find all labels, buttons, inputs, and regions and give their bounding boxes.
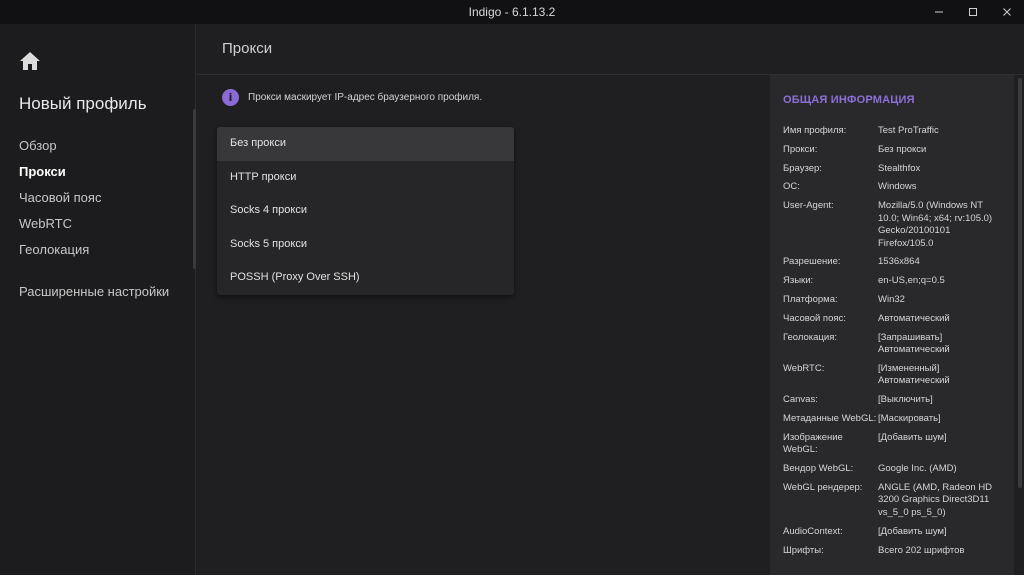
info-key: Изображение WebGL: xyxy=(783,431,843,456)
maximize-icon xyxy=(969,8,977,16)
info-value: [Добавить шум] xyxy=(878,431,947,443)
proxy-type-dropdown[interactable]: Без прокси HTTP прокси Socks 4 прокси So… xyxy=(217,127,514,295)
info-key: Имя профиля: xyxy=(783,125,847,136)
info-value: 1536x864 xyxy=(878,256,920,268)
info-row: Метаданные WebGL: [Маскировать] xyxy=(783,413,1011,426)
info-key: User-Agent: xyxy=(783,200,834,212)
info-key: WebGL рендерер: xyxy=(783,481,863,493)
page-title: Прокси xyxy=(222,40,273,57)
info-value: Всего 202 шрифтов xyxy=(878,544,965,556)
info-row: Имя профиля: Test ProTraffic xyxy=(783,125,1011,138)
info-row: WebRTC: [Измененный] Автоматический xyxy=(783,363,1011,388)
sidebar-item-advanced-settings[interactable]: Расширенные настройки xyxy=(19,283,169,309)
close-button[interactable] xyxy=(990,0,1024,24)
info-key: AudioContext: xyxy=(783,525,843,537)
info-row: Вендор WebGL: Google Inc. (AMD) xyxy=(783,463,1011,476)
info-row: AudioContext: [Добавить шум] xyxy=(783,526,1011,539)
info-value: [Измененный] Автоматический xyxy=(878,362,950,387)
info-value: Test ProTraffic xyxy=(878,125,939,136)
minimize-icon xyxy=(935,11,943,13)
info-row: Платформа: Win32 xyxy=(783,294,1011,307)
info-value: Windows xyxy=(878,181,917,193)
info-value: en-US,en;q=0.5 xyxy=(878,275,945,287)
profile-name: Новый профиль xyxy=(19,94,147,113)
info-key: ОС: xyxy=(783,181,800,193)
home-button[interactable] xyxy=(19,51,41,71)
info-value: Mozilla/5.0 (Windows NT 10.0; Win64; x64… xyxy=(878,200,993,249)
info-icon: i xyxy=(222,89,239,106)
proxy-option-http[interactable]: HTTP прокси xyxy=(217,161,514,195)
title-bar: Indigo - 6.1.13.2 xyxy=(0,0,1024,24)
proxy-option-none[interactable]: Без прокси xyxy=(217,127,514,161)
proxy-option-socks5[interactable]: Socks 5 прокси xyxy=(217,228,514,262)
info-key: Вендор WebGL: xyxy=(783,463,854,475)
window-controls xyxy=(922,0,1024,24)
info-row: Браузер: Stealthfox xyxy=(783,163,1011,176)
sidebar-item-webrtc[interactable]: WebRTC xyxy=(19,215,169,241)
sidebar-item-timezone[interactable]: Часовой пояс xyxy=(19,189,169,215)
info-value: [Запрашивать] Автоматический xyxy=(878,331,950,356)
info-row: Часовой пояс: Автоматический xyxy=(783,313,1011,326)
info-key: Прокси: xyxy=(783,143,818,155)
maximize-button[interactable] xyxy=(956,0,990,24)
info-key: Разрешение: xyxy=(783,256,841,268)
info-key: Canvas: xyxy=(783,394,818,406)
info-key: Геолокация: xyxy=(783,331,837,343)
info-key: Языки: xyxy=(783,275,814,287)
sidebar-scrollbar[interactable] xyxy=(193,109,196,269)
info-value: [Маскировать] xyxy=(878,413,941,425)
info-key: Шрифты: xyxy=(783,544,824,556)
sidebar: Новый профиль Обзор Прокси Часовой пояс … xyxy=(0,24,196,575)
info-row: Canvas: [Выключить] xyxy=(783,394,1011,407)
info-key: Метаданные WebGL: xyxy=(783,413,877,425)
info-value: [Выключить] xyxy=(878,394,933,406)
proxy-option-possh[interactable]: POSSH (Proxy Over SSH) xyxy=(217,261,514,295)
info-rows: Имя профиля: Test ProTraffic Прокси: Без п… xyxy=(783,125,1011,563)
page-header: Прокси xyxy=(197,24,1024,75)
info-value: ANGLE (AMD, Radeon HD 3200 Graphics Dire… xyxy=(878,481,993,518)
info-key: Платформа: xyxy=(783,294,838,306)
info-row: User-Agent: Mozilla/5.0 (Windows NT 10.0;… xyxy=(783,200,1011,250)
home-icon xyxy=(20,52,40,70)
info-value: Google Inc. (AMD) xyxy=(878,463,957,475)
info-row: Разрешение: 1536x864 xyxy=(783,256,1011,269)
info-panel-heading: ОБЩАЯ ИНФОРМАЦИЯ xyxy=(783,94,915,106)
info-row: ОС: Windows xyxy=(783,181,1011,194)
info-row: WebGL рендерер: ANGLE (AMD, Radeon HD 320… xyxy=(783,482,1011,520)
info-row: Шрифты: Всего 202 шрифтов xyxy=(783,545,1011,558)
info-row: Изображение WebGL: [Добавить шум] xyxy=(783,432,1011,457)
sidebar-item-geolocation[interactable]: Геолокация xyxy=(19,241,169,267)
info-key: Браузер: xyxy=(783,162,822,174)
info-row: Прокси: Без прокси xyxy=(783,144,1011,157)
info-value: Stealthfox xyxy=(878,162,921,174)
info-row: Геолокация: [Запрашивать] Автоматический xyxy=(783,332,1011,357)
proxy-option-socks4[interactable]: Socks 4 прокси xyxy=(217,194,514,228)
sidebar-item-proxy[interactable]: Прокси xyxy=(19,163,169,189)
sidebar-nav: Обзор Прокси Часовой пояс WebRTC Геолока… xyxy=(19,137,169,309)
info-panel-scrollbar[interactable] xyxy=(1018,78,1022,488)
info-value: Без прокси xyxy=(878,143,927,155)
proxy-notice: i Прокси маскирует IP-адрес браузерного … xyxy=(222,89,482,106)
general-info-panel: ОБЩАЯ ИНФОРМАЦИЯ Имя профиля: Test ProTra… xyxy=(770,75,1014,575)
info-value: Win32 xyxy=(878,294,905,306)
info-row: Языки: en-US,en;q=0.5 xyxy=(783,275,1011,288)
minimize-button[interactable] xyxy=(922,0,956,24)
window-title: Indigo - 6.1.13.2 xyxy=(468,5,556,19)
info-value: Автоматический xyxy=(878,312,950,324)
notice-text: Прокси маскирует IP-адрес браузерного пр… xyxy=(248,92,483,103)
info-key: WebRTC: xyxy=(783,362,825,374)
info-value: [Добавить шум] xyxy=(878,525,947,537)
sidebar-item-overview[interactable]: Обзор xyxy=(19,137,169,163)
info-key: Часовой пояс: xyxy=(783,312,846,324)
close-icon xyxy=(1003,8,1011,16)
